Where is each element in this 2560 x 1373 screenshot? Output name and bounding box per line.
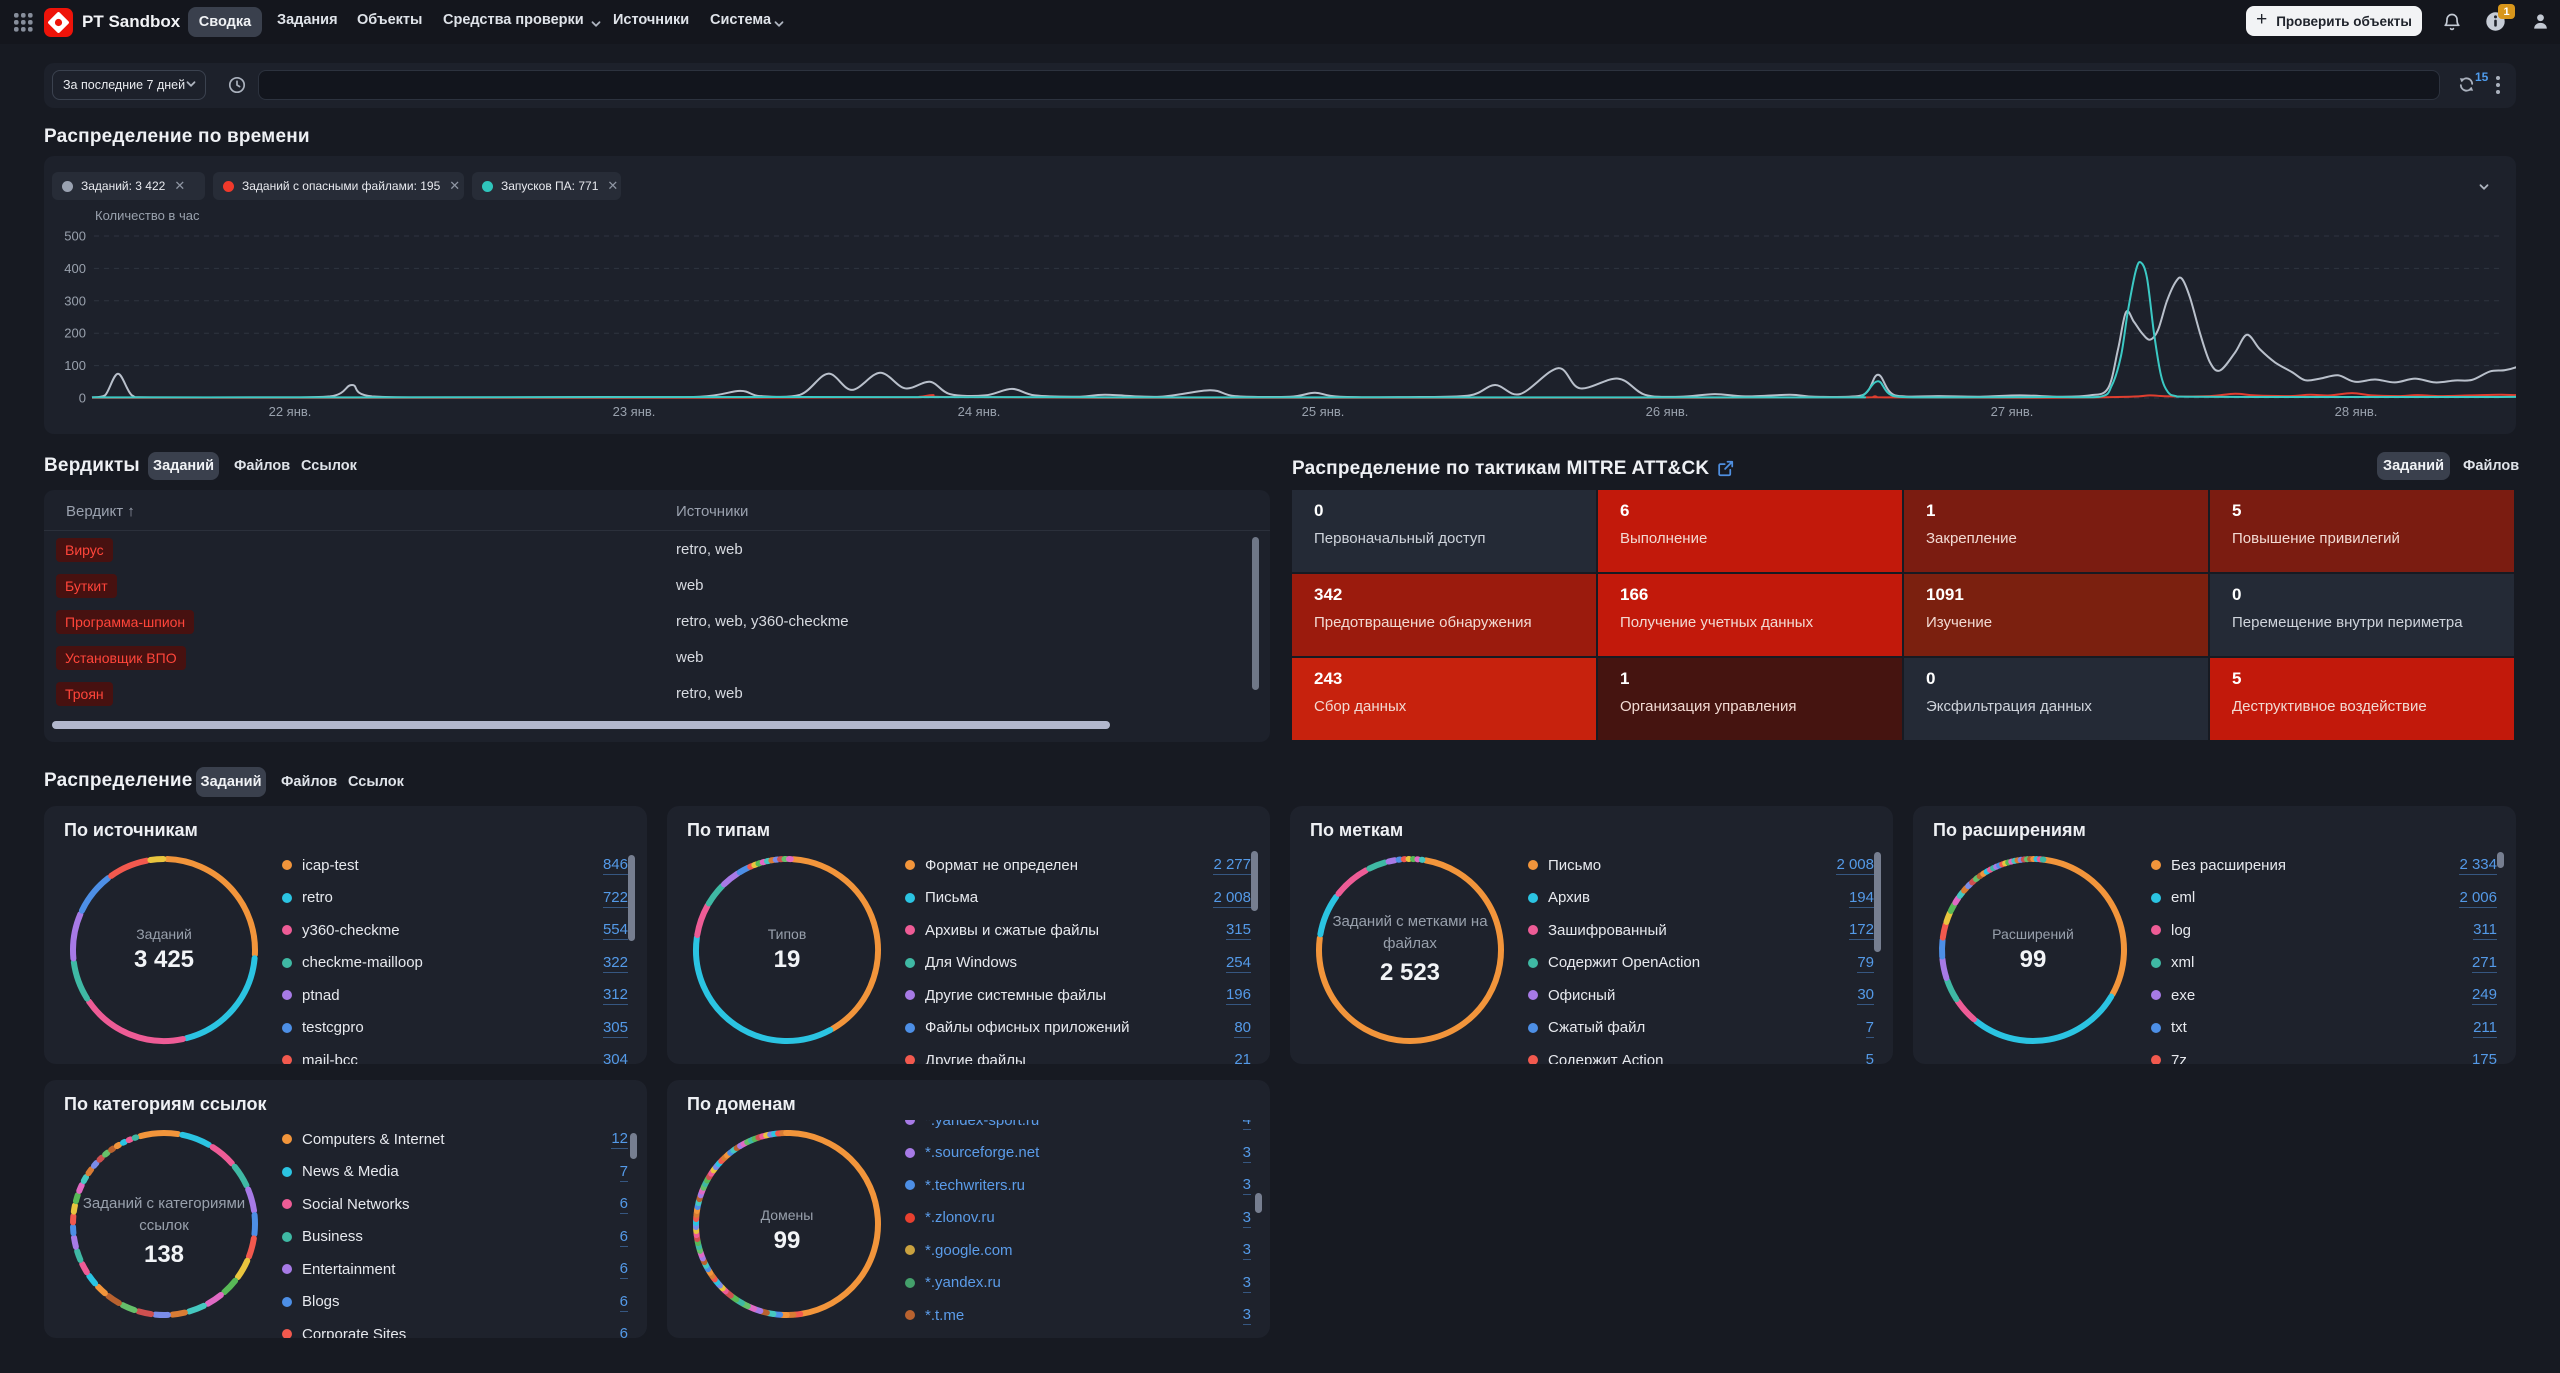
svg-text:26 янв.: 26 янв. — [1646, 404, 1689, 419]
svg-text:27 янв.: 27 янв. — [1991, 404, 2034, 419]
svg-text:28 янв.: 28 янв. — [2335, 404, 2378, 419]
svg-text:400: 400 — [64, 261, 86, 276]
svg-text:23 янв.: 23 янв. — [613, 404, 656, 419]
svg-text:300: 300 — [64, 293, 86, 308]
svg-text:100: 100 — [64, 358, 86, 373]
svg-text:25 янв.: 25 янв. — [1302, 404, 1345, 419]
svg-text:0: 0 — [79, 391, 86, 406]
svg-text:200: 200 — [64, 326, 86, 341]
svg-text:Количество в час: Количество в час — [95, 208, 200, 223]
svg-text:500: 500 — [64, 229, 86, 244]
svg-text:22 янв.: 22 янв. — [269, 404, 312, 419]
svg-text:24 янв.: 24 янв. — [958, 404, 1001, 419]
